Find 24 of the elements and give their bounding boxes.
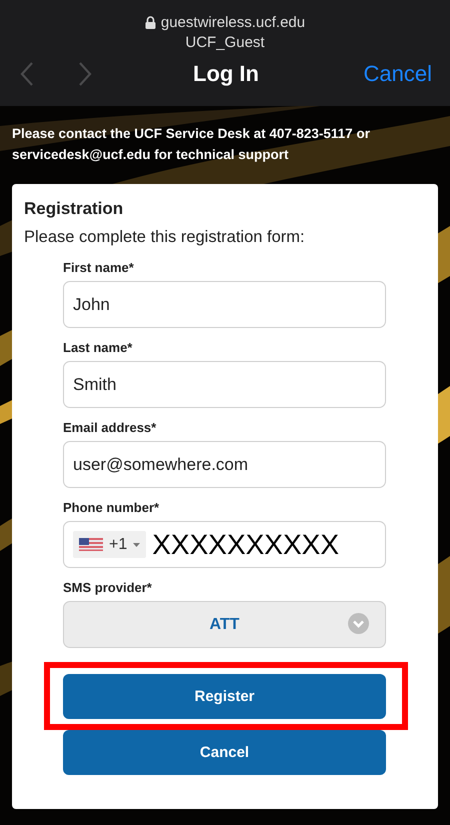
chevron-down-icon bbox=[348, 613, 369, 634]
text-field[interactable]: user@somewhere.com bbox=[63, 441, 386, 488]
country-code-picker[interactable]: +1 bbox=[73, 531, 146, 558]
provider-select[interactable]: ATT bbox=[63, 601, 386, 648]
page-title: Log In bbox=[192, 61, 260, 87]
lock-icon bbox=[144, 16, 156, 29]
text-field[interactable]: Smith bbox=[63, 361, 386, 408]
cancel-link[interactable]: Cancel bbox=[302, 61, 432, 87]
field-label: Email address* bbox=[63, 420, 156, 435]
field-label: SMS provider* bbox=[63, 580, 152, 595]
flag-icon bbox=[79, 538, 103, 551]
network-name: UCF_Guest bbox=[185, 34, 265, 51]
field-label: Phone number* bbox=[63, 500, 160, 515]
form-instructions: Please complete this registration form: bbox=[24, 228, 305, 247]
text-field[interactable]: John bbox=[63, 281, 386, 328]
domain-text: guestwireless.ucf.edu bbox=[160, 14, 306, 31]
support-notice: Please contact the UCF Service Desk at 407-823-5117 or servicedesk@ucf.edu for technical support bbox=[12, 125, 371, 164]
register-button[interactable]: Register bbox=[63, 674, 386, 719]
field-label: First name* bbox=[63, 260, 134, 275]
cancel-button[interactable]: Cancel bbox=[63, 730, 386, 775]
form-title: Registration bbox=[24, 199, 124, 219]
phone-field[interactable]: +1 XXXXXXXXXX bbox=[63, 521, 386, 568]
caret-icon bbox=[133, 542, 140, 546]
field-label: Last name* bbox=[63, 340, 132, 355]
